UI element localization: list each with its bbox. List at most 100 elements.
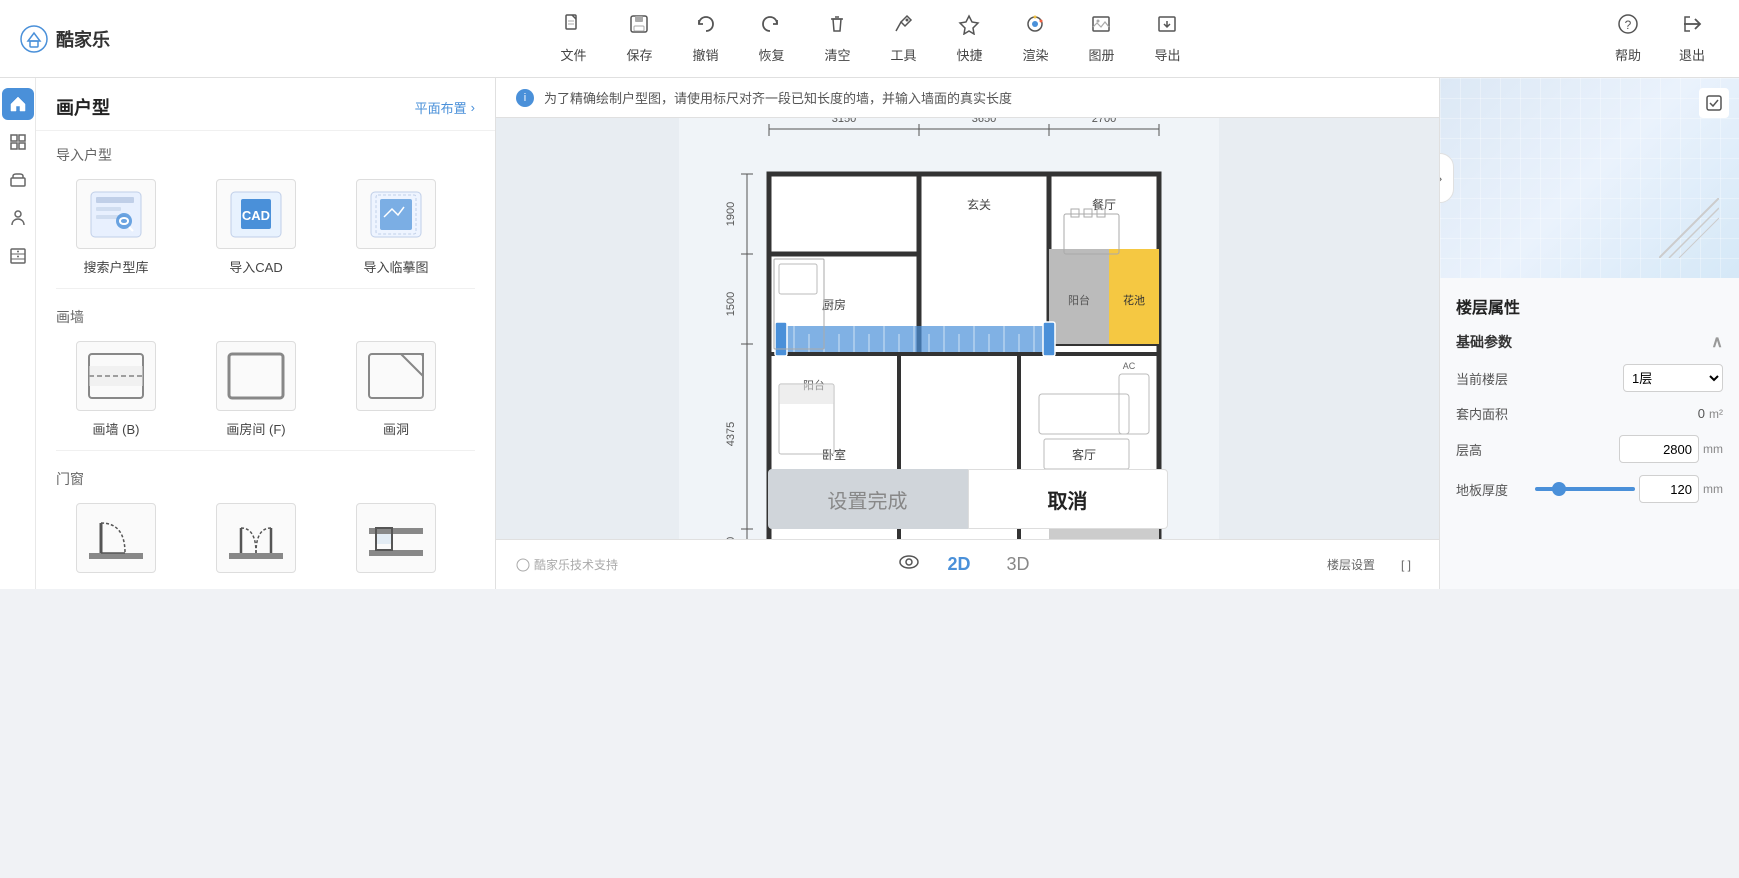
collapse-icon[interactable]: ∧ — [1711, 332, 1723, 352]
draw-room-icon-box — [216, 341, 296, 411]
props-title: 楼层属性 — [1456, 294, 1723, 318]
canvas-area: i 为了精确绘制户型图，请使用标尺对齐一段已知长度的墙，并输入墙面的真实长度 3… — [496, 78, 1439, 589]
floor-height-value: mm — [1619, 435, 1723, 463]
help-icon: ? — [1617, 13, 1639, 41]
credit-text: 酷家乐技术支持 — [534, 556, 618, 573]
right-panel-preview: › — [1440, 78, 1739, 278]
iconbar-home-type[interactable] — [2, 88, 34, 120]
toolbar: 酷家乐 文件 保存 撤销 — [0, 0, 1739, 78]
bottom-credit: 酷家乐技术支持 — [516, 556, 618, 573]
redo-icon — [760, 13, 782, 41]
floor-thickness-value: mm — [1535, 475, 1723, 503]
toolbar-help[interactable]: ? 帮助 — [1601, 7, 1655, 70]
album-label: 图册 — [1088, 45, 1114, 64]
tool-draw-hole[interactable]: 画洞 — [336, 341, 456, 438]
suite-area-number: 0 — [1698, 406, 1705, 421]
cancel-button[interactable]: 取消 — [968, 469, 1168, 529]
complete-button[interactable]: 设置完成 — [768, 469, 968, 529]
svg-text:厨房: 厨房 — [822, 297, 846, 312]
draw-hole-icon-box — [356, 341, 436, 411]
import-section: 导入户型 — [36, 131, 495, 284]
left-panel: 画户型 平面布置 › 导入户型 — [36, 78, 496, 589]
breadcrumb-text: 平面布置 — [415, 98, 467, 117]
iconbar-furniture[interactable] — [2, 164, 34, 196]
svg-text:餐厅: 餐厅 — [1092, 197, 1116, 212]
toolbar-exit[interactable]: 退出 — [1665, 7, 1719, 70]
walls-tool-grid: 画墙 (B) 画房间 (F) — [56, 341, 475, 438]
basic-params-section: 基础参数 ∧ 当前楼层 1层 2层 3层 — [1456, 332, 1723, 503]
suite-area-label: 套内面积 — [1456, 404, 1508, 423]
right-panel: › 楼层属性 基础参数 ∧ 当前楼层 1层 2层 — [1439, 78, 1739, 589]
toolbar-clear[interactable]: 清空 — [809, 7, 865, 70]
floor-thickness-input[interactable] — [1639, 475, 1699, 503]
import-cad-label: 导入CAD — [229, 257, 282, 276]
floor-height-input[interactable] — [1619, 435, 1699, 463]
suite-area-row: 套内面积 0 m² — [1456, 404, 1723, 423]
svg-text:3150: 3150 — [831, 118, 855, 125]
file-icon — [562, 13, 584, 41]
tool-import-cad[interactable]: CAD 导入CAD — [196, 179, 316, 276]
slider-container — [1535, 487, 1635, 491]
current-floor-value: 1层 2层 3层 — [1623, 364, 1723, 392]
view-eye-icon[interactable] — [897, 551, 919, 579]
svg-text:4375: 4375 — [725, 421, 737, 445]
panel-breadcrumb[interactable]: 平面布置 › — [415, 98, 475, 117]
floor-thickness-slider[interactable] — [1535, 487, 1635, 491]
toolbar-save[interactable]: 保存 — [611, 7, 667, 70]
tab-2d[interactable]: 2D — [939, 550, 978, 579]
file-label: 文件 — [560, 45, 586, 64]
floor-settings-btn[interactable]: 楼层设置 — [1319, 552, 1383, 577]
app-logo: 酷家乐 — [20, 25, 110, 53]
doors-tool-grid — [56, 503, 475, 581]
clear-icon — [826, 13, 848, 41]
toolbar-export[interactable]: 导出 — [1139, 7, 1195, 70]
breadcrumb-chevron-icon: › — [471, 100, 475, 115]
toolbar-render[interactable]: 渲染 — [1007, 7, 1063, 70]
tool-import-trace[interactable]: 导入临摹图 — [336, 179, 456, 276]
right-panel-toggle[interactable]: › — [1440, 153, 1454, 203]
tool-search-library[interactable]: 搜索户型库 — [56, 179, 176, 276]
toolbar-shortcut[interactable]: 快捷 — [941, 7, 997, 70]
iconbar-people[interactable] — [2, 202, 34, 234]
redo-label: 恢复 — [758, 45, 784, 64]
toolbar-undo[interactable]: 撤销 — [677, 7, 733, 70]
current-floor-select[interactable]: 1层 2层 3层 — [1623, 364, 1723, 392]
measure-btn[interactable]: [ ] — [1393, 554, 1419, 576]
save-thumbnail-icon[interactable] — [1699, 88, 1729, 118]
iconbar-storage[interactable] — [2, 240, 34, 272]
basic-params-title: 基础参数 — [1456, 332, 1512, 352]
tool-door-double[interactable] — [196, 503, 316, 581]
draw-wall-label: 画墙 (B) — [93, 419, 140, 438]
tool-draw-wall[interactable]: 画墙 (B) — [56, 341, 176, 438]
app-name: 酷家乐 — [56, 26, 110, 52]
icon-bar — [0, 78, 36, 589]
door-arc-icon-box — [76, 503, 156, 573]
toolbar-album[interactable]: 图册 — [1073, 7, 1129, 70]
tool-draw-room[interactable]: 画房间 (F) — [196, 341, 316, 438]
clear-label: 清空 — [824, 45, 850, 64]
toolbar-tools[interactable]: 工具 — [875, 7, 931, 70]
notification-icon: i — [516, 89, 534, 107]
toolbar-file[interactable]: 文件 — [545, 7, 601, 70]
suite-area-unit: m² — [1709, 407, 1723, 421]
toolbar-right: ? 帮助 退出 — [1601, 7, 1719, 70]
canvas-content[interactable]: 3150 3650 2700 1900 1500 4375 — [496, 118, 1439, 589]
doors-windows-title: 门窗 — [56, 469, 475, 489]
walls-section-title: 画墙 — [56, 307, 475, 327]
export-label: 导出 — [1154, 45, 1180, 64]
floor-height-row: 层高 mm — [1456, 435, 1723, 463]
iconbar-materials[interactable] — [2, 126, 34, 158]
import-cad-icon-box: CAD — [216, 179, 296, 249]
doors-windows-section: 门窗 — [36, 455, 495, 589]
save-icon — [628, 13, 650, 41]
toolbar-redo[interactable]: 恢复 — [743, 7, 799, 70]
tool-door-arc[interactable] — [56, 503, 176, 581]
current-floor-label: 当前楼层 — [1456, 369, 1508, 388]
svg-text:AC: AC — [1122, 361, 1135, 371]
credit-circle-icon — [516, 558, 530, 572]
tab-3d[interactable]: 3D — [999, 550, 1038, 579]
draw-hole-label: 画洞 — [383, 419, 409, 438]
tool-window-slide[interactable] — [336, 503, 456, 581]
floor-thickness-unit: mm — [1703, 482, 1723, 496]
app-container: 酷家乐 文件 保存 撤销 — [0, 0, 1739, 589]
